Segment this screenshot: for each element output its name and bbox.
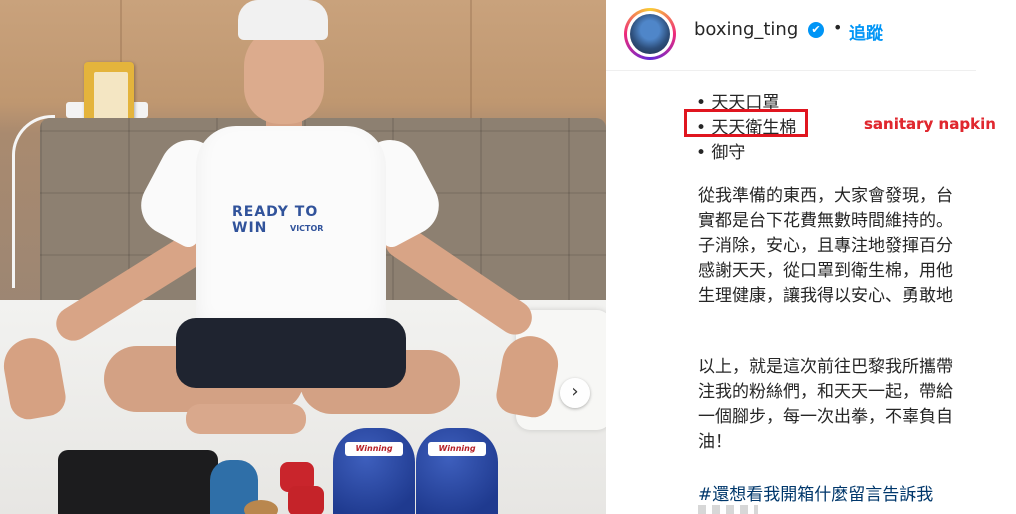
foot: [186, 404, 306, 434]
shorts: [176, 318, 406, 388]
boxing-glove-left: Winning: [333, 428, 415, 514]
caption-line: 生理健康，讓我得以安心、勇敢地: [698, 286, 953, 306]
caption-bullet: • 御守: [696, 143, 746, 163]
shirt-brand: VICTOR: [290, 224, 324, 233]
caption-line: 感謝天天，從口罩到衛生棉，用他: [698, 261, 953, 281]
hand-wrap: [288, 486, 324, 514]
caption-line: 從我準備的東西，大家會發現，台: [698, 186, 953, 206]
post-photo: READY TO WIN VICTOR Winning Winning ›: [0, 0, 606, 514]
boxing-glove-right: Winning: [416, 428, 498, 514]
caption-line: 一個腳步，每一次出拳，不辜負自: [698, 407, 953, 427]
cut-off-text: [698, 505, 758, 514]
caption-line: 實都是台下花費無數時間維持的。: [698, 211, 953, 231]
cap: [238, 0, 328, 40]
panel-right-edge: [976, 70, 1016, 514]
head: [244, 26, 324, 124]
glove-label: Winning: [345, 442, 403, 456]
caption-line: 注我的粉絲們，和天天一起，帶給: [698, 382, 953, 402]
caption-line: 子消除，安心，且專注地發揮百分: [698, 236, 953, 256]
post-panel: boxing_ting ✔ • 追蹤 • 天天口罩 • 天天衛生棉 • 御守 s…: [606, 0, 1016, 514]
glove-label: Winning: [428, 442, 486, 456]
ball: [244, 500, 278, 514]
highlight-box: [684, 109, 808, 137]
next-image-button[interactable]: ›: [560, 378, 590, 408]
hashtag-link[interactable]: #還想看我開箱什麼留言告訴我: [698, 480, 933, 505]
annotation-label-overlay: sanitary napkin: [864, 115, 996, 133]
caption-line: 以上，就是這次前往巴黎我所攜帶: [698, 357, 953, 377]
wall-stripe: [470, 0, 472, 130]
black-shirt: [58, 450, 218, 514]
caption-line: 油！: [698, 432, 732, 452]
post-caption: • 天天口罩 • 天天衛生棉 • 御守 sanitary napkin 從我準備…: [606, 0, 996, 514]
